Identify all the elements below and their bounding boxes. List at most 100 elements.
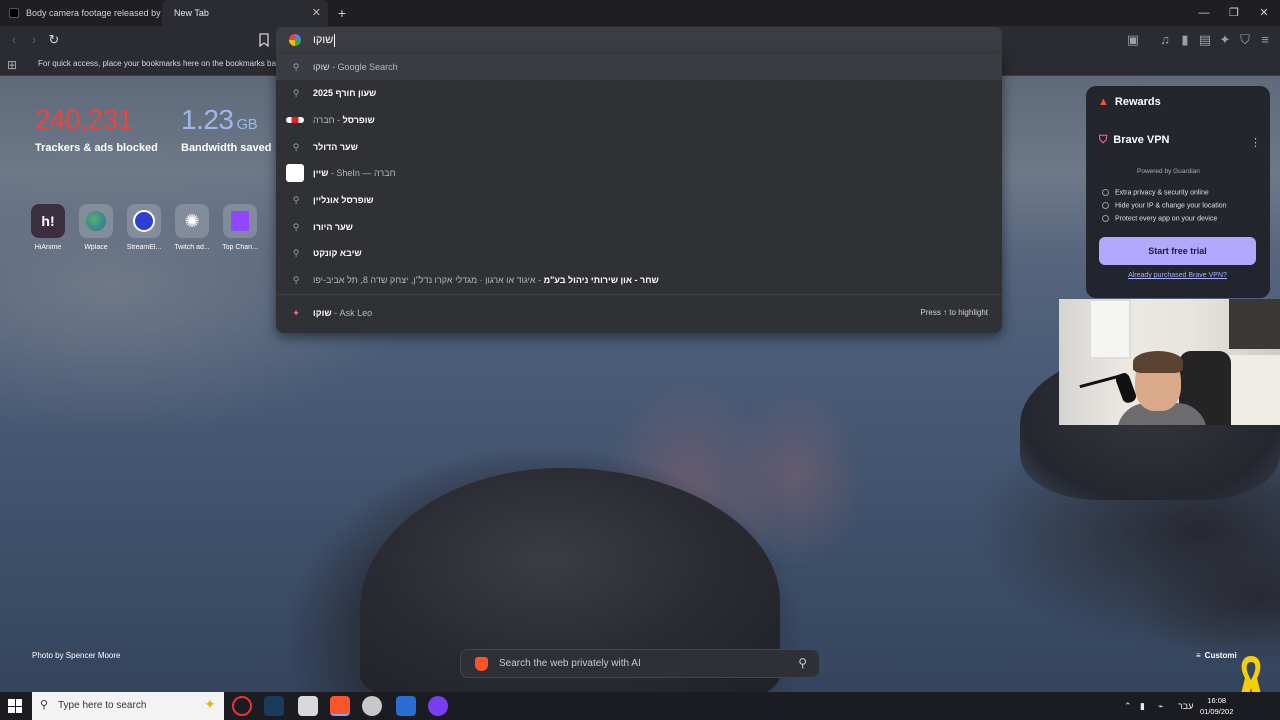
bookmarks-hint: For quick access, place your bookmarks h…	[38, 59, 281, 68]
powered-by-guardian: Powered by Guardian	[1137, 168, 1200, 175]
hianime-icon: h!	[31, 204, 65, 238]
start-free-trial-button[interactable]: Start free trial	[1099, 237, 1256, 265]
network-icon[interactable]: ⌁	[1158, 692, 1163, 720]
top-site-label: Top Chan...	[222, 244, 258, 251]
leo-ai-icon[interactable]: ✦	[1216, 26, 1234, 54]
tab-new-tab[interactable]: New Tab ✕	[162, 0, 328, 26]
wallet-icon[interactable]: ▤	[1196, 26, 1214, 54]
search-icon: ⚲	[292, 248, 300, 258]
vpn-shield-icon: ⛉	[1099, 134, 1108, 146]
search-icon: ⚲	[292, 195, 300, 205]
address-input[interactable]: שוקו	[313, 27, 336, 54]
search-icon: ⚲	[292, 62, 300, 72]
sparkle-icon: ✦	[204, 696, 216, 712]
tab-title: New Tab	[174, 8, 209, 18]
tab-body-camera[interactable]: Body camera footage released by #F	[0, 0, 162, 26]
back-icon[interactable]: ‹	[5, 26, 23, 54]
check-icon	[1102, 215, 1109, 222]
press-to-highlight-hint: Press ↑ to highlight	[920, 308, 988, 317]
omnibox-suggestions: ⚲ שוקו - Google Search ⚲ שעון חורף 2025 …	[276, 54, 1002, 333]
top-site-label: Wplace	[84, 244, 108, 251]
top-site-top-channels[interactable]: Top Chan...	[220, 204, 260, 251]
rewards-icon: ▲	[1098, 96, 1109, 108]
tab-title: Body camera footage released by #F	[26, 8, 162, 18]
bandwidth-saved-value: 1.23 GB	[181, 104, 258, 135]
language-indicator[interactable]: עבר	[1178, 692, 1193, 720]
tiktok-icon	[9, 8, 19, 18]
reload-icon[interactable]: ↻	[45, 26, 63, 54]
rewards-heading[interactable]: ▲ Rewards	[1098, 96, 1161, 108]
top-site-streamelements[interactable]: StreamEl...	[124, 204, 164, 251]
top-site-twitch-ad[interactable]: ✺ Twitch ad...	[172, 204, 212, 251]
microphone-icon[interactable]: ▮	[1140, 692, 1145, 720]
apps-grid-icon[interactable]: ⊞	[7, 58, 17, 72]
bookmark-icon[interactable]	[258, 33, 270, 47]
close-icon[interactable]: ✕	[312, 0, 321, 26]
suggestion-item[interactable]: ⚲ שער היורו	[276, 214, 1002, 240]
windows-start-icon[interactable]	[8, 699, 22, 713]
menu-icon[interactable]: ≡	[1256, 26, 1274, 54]
customize-button[interactable]: ≡ Customi	[1196, 651, 1237, 660]
top-site-label: Twitch ad...	[174, 244, 210, 251]
google-icon	[289, 34, 301, 46]
already-purchased-link[interactable]: Already purchased Brave VPN?	[1099, 272, 1256, 279]
minimize-button[interactable]: —	[1188, 0, 1220, 26]
suggestion-item[interactable]: שופרסל - חברה	[276, 107, 1002, 133]
more-options-icon[interactable]: ⋮	[1250, 136, 1261, 149]
photo-credit[interactable]: Photo by Spencer Moore	[32, 651, 121, 660]
clock[interactable]: 16:08 01/09/202	[1200, 695, 1233, 717]
twitch-icon	[223, 204, 257, 238]
taskbar-search-placeholder: Type here to search	[58, 700, 147, 711]
trackers-blocked-label: Trackers & ads blocked	[35, 142, 158, 154]
check-icon	[1102, 189, 1109, 196]
search-icon: ⚲	[292, 275, 300, 285]
clock-time: 16:08	[1207, 696, 1227, 705]
suggestion-ask-leo[interactable]: ✦ שוקו - Ask Leo Press ↑ to highlight	[276, 300, 1002, 326]
vpn-shield-icon[interactable]: ⛉	[1236, 26, 1254, 54]
vpn-heading: ⛉ Brave VPN	[1099, 134, 1170, 146]
tab-search-icon[interactable]: ▣	[1124, 26, 1142, 54]
windows-taskbar: ⚲ Type here to search ✦ ⌃ ▮ ⌁ עבר 16:08 …	[0, 692, 1280, 720]
suggestion-item[interactable]: ⚲ שער הדולר	[276, 134, 1002, 160]
app-icon-purple[interactable]	[428, 696, 448, 716]
window-close-button[interactable]: ✕	[1248, 0, 1280, 26]
shufersal-logo	[286, 117, 304, 123]
brave-taskbar-icon[interactable]	[330, 696, 350, 716]
bandwidth-saved-label: Bandwidth saved	[181, 142, 272, 154]
app-icon-c[interactable]	[396, 696, 416, 716]
search-icon: ⚲	[292, 222, 300, 232]
search-icon: ⚲	[292, 142, 300, 152]
address-bar[interactable]: שוקו	[276, 27, 1002, 54]
divider	[276, 294, 1002, 295]
taskbar-search[interactable]: ⚲ Type here to search ✦	[32, 692, 224, 720]
check-icon	[1102, 202, 1109, 209]
top-site-wplace[interactable]: Wplace	[76, 204, 116, 251]
app-icon-notepad[interactable]	[298, 696, 318, 716]
media-icon[interactable]: ♫	[1156, 26, 1174, 54]
top-site-label: StreamEl...	[126, 244, 162, 251]
suggestion-item[interactable]: ⚲ שעון חורף 2025	[276, 80, 1002, 106]
search-icon[interactable]: ⚲	[798, 656, 807, 670]
ai-search-box[interactable]: Search the web privately with AI ⚲	[460, 649, 820, 678]
app-icon-shield[interactable]	[362, 696, 382, 716]
top-site-label: HiAnime	[34, 244, 62, 251]
chevron-up-icon[interactable]: ⌃	[1124, 692, 1132, 720]
suggestion-item[interactable]: שיין - SheIn — חברה	[276, 160, 1002, 186]
webcam-overlay	[1059, 299, 1280, 425]
top-site-hianime[interactable]: h! HiAnime	[28, 204, 68, 251]
trackers-blocked-count: 240,231	[35, 104, 133, 135]
forward-icon[interactable]: ›	[25, 26, 43, 54]
shein-logo	[286, 164, 304, 182]
steam-icon[interactable]	[264, 696, 284, 716]
new-tab-button[interactable]: +	[334, 0, 350, 26]
suggestion-item[interactable]: ⚲ שיבא קונקט	[276, 240, 1002, 266]
suggestion-item[interactable]: ⚲ שחר - און שירותי ניהול בע"מ - איגוד או…	[276, 267, 1002, 293]
sliders-icon: ≡	[1196, 651, 1201, 660]
maximize-button[interactable]: ❐	[1218, 0, 1250, 26]
sidebar-icon[interactable]: ▮	[1176, 26, 1194, 54]
suggestion-item[interactable]: ⚲ שופרסל אונליין	[276, 187, 1002, 213]
tab-strip: Body camera footage released by #F New T…	[0, 0, 1280, 26]
suggestion-item[interactable]: ⚲ שוקו - Google Search	[276, 54, 1002, 80]
brave-logo-icon	[475, 657, 488, 671]
app-icon-red[interactable]	[232, 696, 252, 716]
